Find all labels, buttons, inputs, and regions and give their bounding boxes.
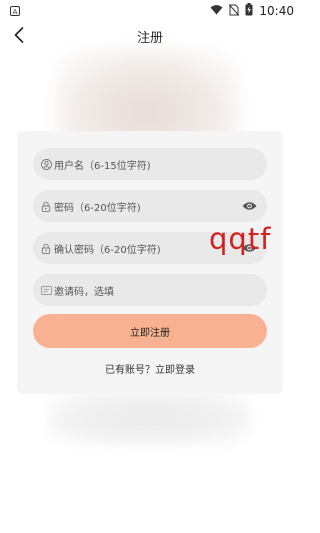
register-form-card: 用户名（6-15位字符) 密码（6-20位字符) 确认密码（6-20位字符) q… <box>17 131 283 394</box>
battery-charging-icon <box>245 3 253 19</box>
login-link[interactable]: 已有账号？立即登录 <box>17 361 283 376</box>
password-field[interactable]: 密码（6-20位字符) <box>33 190 267 222</box>
blurred-background-shape <box>50 390 250 445</box>
eye-icon[interactable] <box>241 200 257 212</box>
ticket-icon <box>40 284 52 296</box>
confirm-password-field[interactable]: 确认密码（6-20位字符) qqtf <box>33 225 270 264</box>
svg-text:A: A <box>13 8 18 16</box>
wifi-icon <box>210 4 223 18</box>
user-icon <box>40 158 52 170</box>
lock-icon <box>40 200 52 212</box>
chevron-left-icon[interactable] <box>10 26 28 44</box>
confirm-password-placeholder: 确认密码（6-20位字符) <box>54 244 161 256</box>
notification-a-icon: A <box>10 6 20 16</box>
page-title: 注册 <box>136 30 163 46</box>
app-bar: 注册 <box>0 22 300 50</box>
lock-icon <box>40 242 52 254</box>
register-button[interactable]: 立即注册 <box>33 314 267 348</box>
username-placeholder: 用户名（6-15位字符) <box>54 160 151 172</box>
invite-code-field[interactable]: 邀请码，选填 <box>33 274 267 306</box>
invite-code-placeholder: 邀请码，选填 <box>54 286 114 298</box>
no-sim-icon <box>229 3 240 19</box>
clock: 10:40 <box>259 4 294 18</box>
eye-icon[interactable] <box>241 242 257 254</box>
status-bar: A 10:40 <box>0 0 300 22</box>
password-placeholder: 密码（6-20位字符) <box>54 202 141 214</box>
username-field[interactable]: 用户名（6-15位字符) <box>33 148 267 180</box>
